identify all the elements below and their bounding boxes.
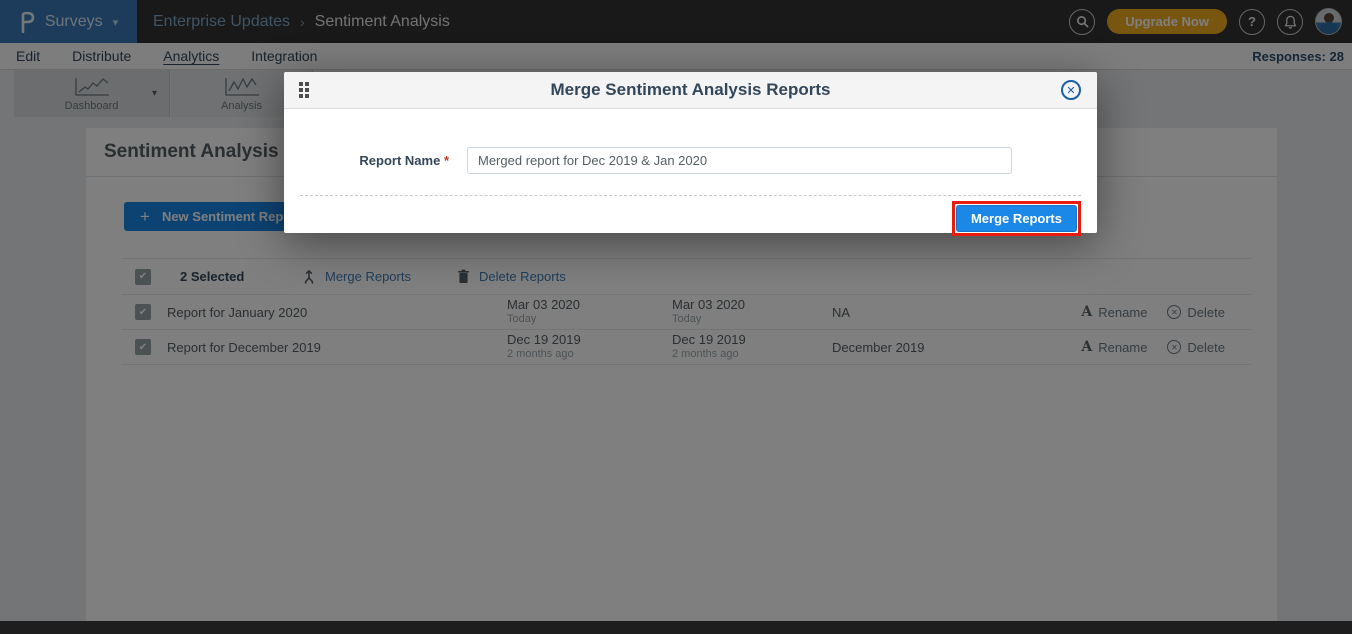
modal-header: Merge Sentiment Analysis Reports ✕ [284,72,1097,109]
modal-footer: Merge Reports [284,196,1097,242]
drag-handle-icon[interactable] [299,82,309,98]
required-asterisk: * [444,153,449,168]
modal-close-icon[interactable]: ✕ [1061,80,1081,100]
modal-body: Report Name * [284,109,1097,174]
report-name-label-text: Report Name [359,153,440,168]
report-name-label: Report Name * [284,153,467,168]
modal-title: Merge Sentiment Analysis Reports [284,80,1097,100]
merge-reports-submit-button[interactable]: Merge Reports [956,205,1077,232]
merge-reports-modal: Merge Sentiment Analysis Reports ✕ Repor… [284,72,1097,233]
report-name-input[interactable] [467,147,1012,174]
action-highlight-box: Merge Reports [952,201,1081,236]
